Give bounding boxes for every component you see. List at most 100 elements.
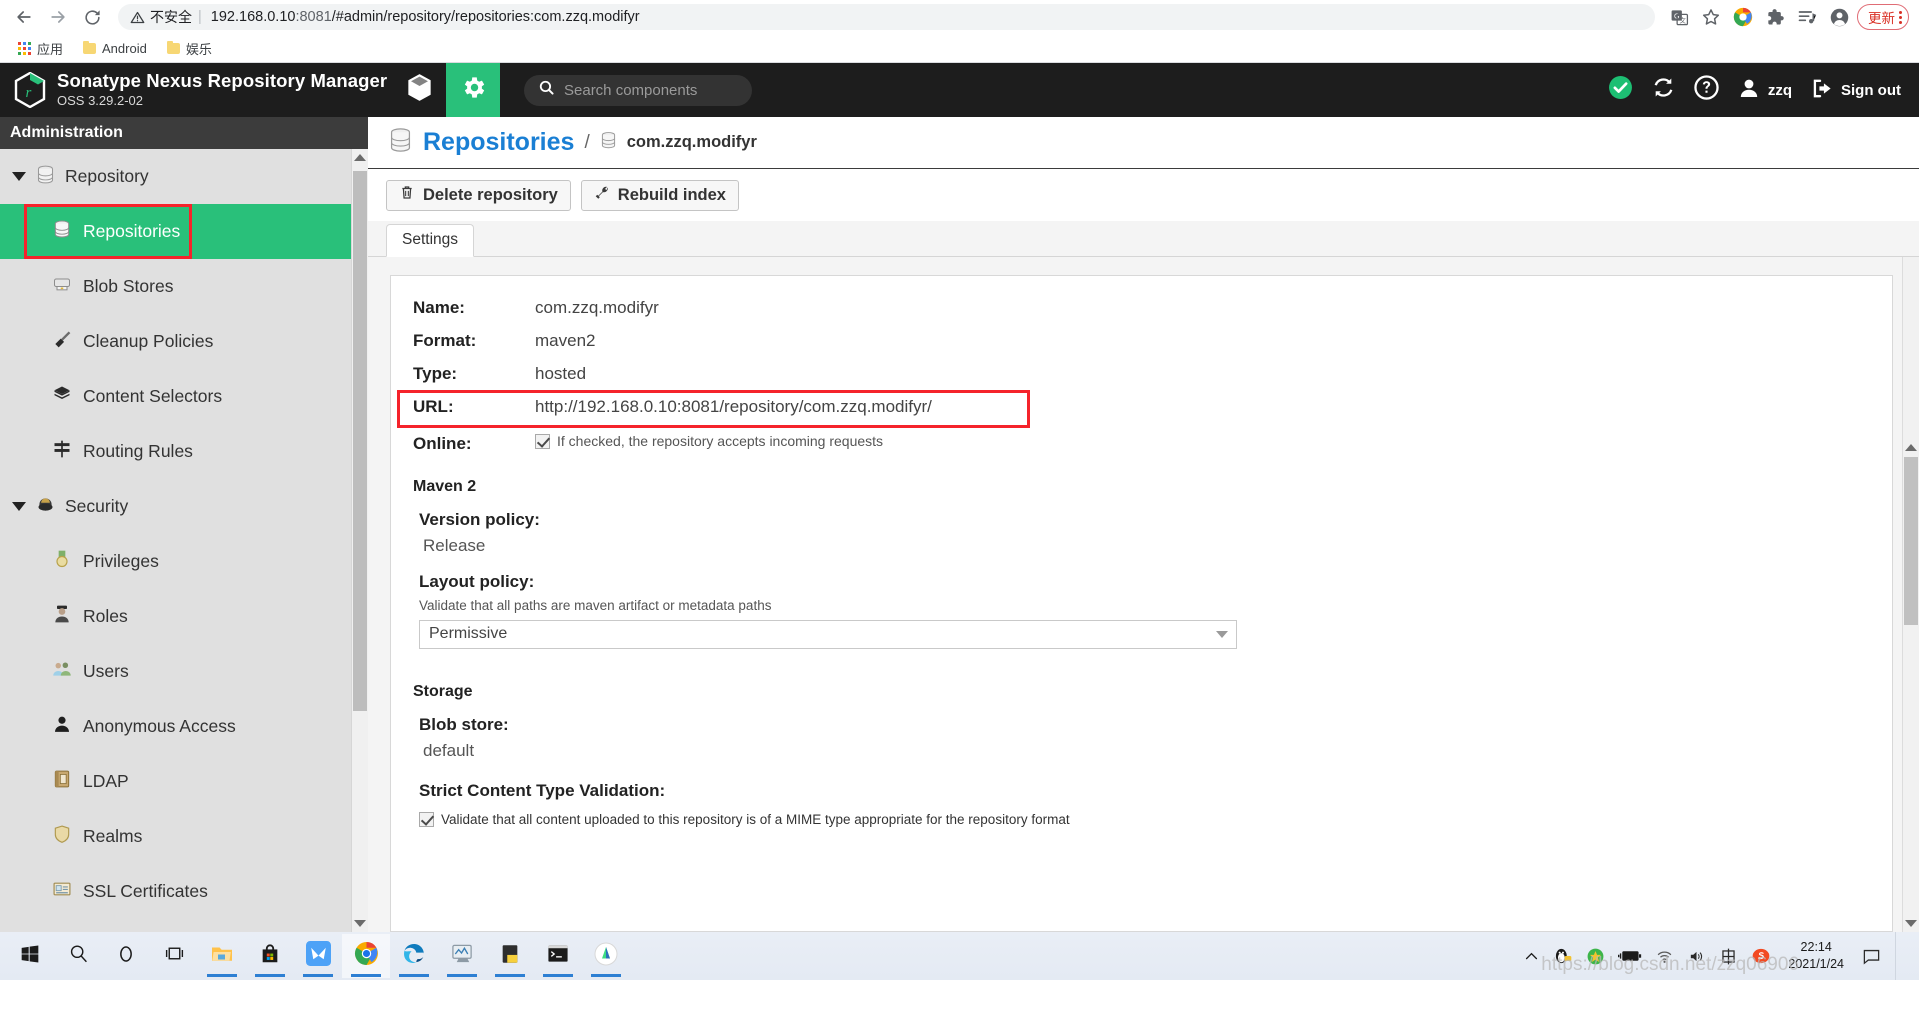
sidebar-item-blob-stores[interactable]: Blob Stores — [0, 259, 368, 314]
nexus-header: r Sonatype Nexus Repository Manager OSS … — [0, 63, 1919, 117]
sidebar-item-repositories[interactable]: Repositories — [0, 204, 368, 259]
user-avatar-icon — [1737, 76, 1761, 104]
penguin-icon[interactable] — [1553, 946, 1573, 966]
page-scrollbar[interactable] — [1902, 257, 1919, 932]
strict-content-type-checkbox[interactable] — [419, 811, 434, 827]
browse-tab[interactable] — [392, 63, 446, 117]
notepad-button[interactable] — [486, 934, 534, 978]
field-type-value: hosted — [535, 364, 587, 383]
tab-settings[interactable]: Settings — [386, 224, 475, 257]
sidebar-item-users-label: Users — [83, 661, 129, 681]
back-arrow-icon[interactable] — [8, 2, 40, 32]
certificate-icon — [52, 879, 72, 904]
ime-chinese-icon[interactable] — [1719, 947, 1738, 966]
search-components-box[interactable] — [524, 74, 752, 106]
edge-icon — [402, 941, 427, 971]
refresh-circular-arrows-icon[interactable] — [1651, 75, 1676, 105]
strict-content-type-note: Validate that all content uploaded to th… — [441, 811, 1070, 827]
sidebar-group-repository[interactable]: Repository — [0, 149, 368, 204]
tab-settings-label: Settings — [402, 231, 459, 248]
taskbar-clock[interactable]: 22:14 2021/1/24 — [1784, 939, 1848, 973]
sidebar-item-anonymous-access[interactable]: Anonymous Access — [0, 699, 368, 754]
monitor-app-button[interactable] — [438, 934, 486, 978]
show-desktop-button[interactable] — [1895, 932, 1905, 980]
sidebar-item-ssl-certificates[interactable]: SSL Certificates — [0, 864, 368, 919]
search-magnifier-icon — [68, 943, 89, 969]
start-button[interactable] — [6, 934, 54, 978]
wifi-icon[interactable] — [1655, 948, 1674, 965]
rebuild-index-button[interactable]: Rebuild index — [580, 179, 739, 211]
user-menu[interactable]: zzq — [1737, 76, 1792, 104]
version-policy-value: Release — [423, 535, 486, 555]
field-url-value[interactable]: http://192.168.0.10:8081/repository/com.… — [535, 397, 932, 417]
microsoft-store-button[interactable] — [246, 934, 294, 978]
layout-policy-select[interactable]: Permissive — [419, 619, 1237, 649]
scroll-down-arrow-icon[interactable] — [352, 915, 368, 932]
address-bar[interactable]: 不安全 | 192.168.0.10:8081/#admin/repositor… — [118, 4, 1655, 30]
chrome-profile-color-icon[interactable] — [1729, 3, 1757, 31]
sidebar-scrollbar[interactable] — [351, 149, 368, 932]
breadcrumb-root[interactable]: Repositories — [423, 128, 574, 157]
reload-icon[interactable] — [76, 2, 108, 32]
sogou-s-icon[interactable] — [1751, 946, 1771, 966]
notification-bubble-icon[interactable] — [1861, 947, 1882, 966]
chrome-menu-icon[interactable] — [1899, 10, 1902, 24]
page-scroll-thumb[interactable] — [1904, 457, 1918, 625]
account-avatar-icon[interactable] — [1825, 3, 1853, 31]
database-small-icon — [600, 131, 617, 155]
sidebar-item-iq-server[interactable]: IQ Server — [0, 919, 368, 932]
sidebar-group-security[interactable]: Security — [0, 479, 368, 534]
update-button[interactable]: 更新 — [1857, 4, 1909, 30]
forward-arrow-icon[interactable] — [42, 2, 74, 32]
apps-shortcut[interactable]: 应用 — [10, 36, 71, 61]
battery-charging-icon[interactable] — [1618, 948, 1642, 964]
bookmark-entertainment[interactable]: 娱乐 — [159, 36, 220, 61]
online-checkbox[interactable] — [535, 433, 550, 449]
bookmark-star-icon[interactable] — [1697, 3, 1725, 31]
nexus-brand[interactable]: r Sonatype Nexus Repository Manager OSS … — [0, 70, 392, 110]
terminal-button[interactable] — [534, 934, 582, 978]
folder-icon — [166, 40, 180, 54]
chrome-button[interactable] — [342, 934, 390, 978]
field-name: Name: com.zzq.modifyr — [413, 298, 1866, 318]
media-playlist-icon[interactable] — [1793, 3, 1821, 31]
insecure-label: 不安全 — [150, 9, 192, 25]
bookmark-android[interactable]: Android — [75, 38, 155, 59]
foxmail-button[interactable] — [294, 934, 342, 978]
sidebar-scroll-thumb[interactable] — [353, 171, 367, 711]
green-check-circle-icon[interactable] — [1608, 75, 1633, 105]
android-studio-button[interactable] — [582, 934, 630, 978]
layout-policy-selected-value: Permissive — [429, 625, 508, 642]
extensions-puzzle-icon[interactable] — [1761, 3, 1789, 31]
breadcrumb-current: com.zzq.modifyr — [626, 133, 757, 151]
file-explorer-button[interactable] — [198, 934, 246, 978]
cortana-button[interactable] — [102, 934, 150, 978]
sidebar-item-routing-rules[interactable]: Routing Rules — [0, 424, 368, 479]
sidebar-item-privileges[interactable]: Privileges — [0, 534, 368, 589]
search-button[interactable] — [54, 934, 102, 978]
sidebar-item-roles[interactable]: Roles — [0, 589, 368, 644]
url-port: :8081 — [295, 9, 332, 25]
sidebar-item-cleanup-policies[interactable]: Cleanup Policies — [0, 314, 368, 369]
speaker-icon[interactable] — [1687, 948, 1706, 965]
scroll-up-arrow-icon[interactable] — [352, 149, 368, 166]
settings-tabs: Settings — [368, 221, 1919, 257]
sign-out-button[interactable]: Sign out — [1810, 77, 1901, 104]
sidebar-item-ldap[interactable]: LDAP — [0, 754, 368, 809]
sidebar-item-users[interactable]: Users — [0, 644, 368, 699]
translate-icon[interactable]: G文 — [1665, 3, 1693, 31]
scroll-down-arrow-icon[interactable] — [1903, 915, 1919, 932]
search-input[interactable] — [564, 81, 738, 99]
delete-repository-button[interactable]: Delete repository — [386, 179, 571, 211]
question-mark-circle-icon[interactable] — [1694, 75, 1719, 105]
url-host: 192.168.0.10 — [210, 9, 296, 25]
sidebar-item-content-selectors[interactable]: Content Selectors — [0, 369, 368, 424]
administration-tab[interactable] — [446, 63, 500, 117]
sidebar-item-realms[interactable]: Realms — [0, 809, 368, 864]
person-icon — [52, 714, 72, 739]
edge-button[interactable] — [390, 934, 438, 978]
green-shield-icon[interactable] — [1586, 947, 1605, 966]
scroll-up-arrow-icon[interactable] — [1903, 439, 1919, 456]
chevron-up-icon[interactable] — [1523, 948, 1540, 965]
task-view-button[interactable] — [150, 934, 198, 978]
